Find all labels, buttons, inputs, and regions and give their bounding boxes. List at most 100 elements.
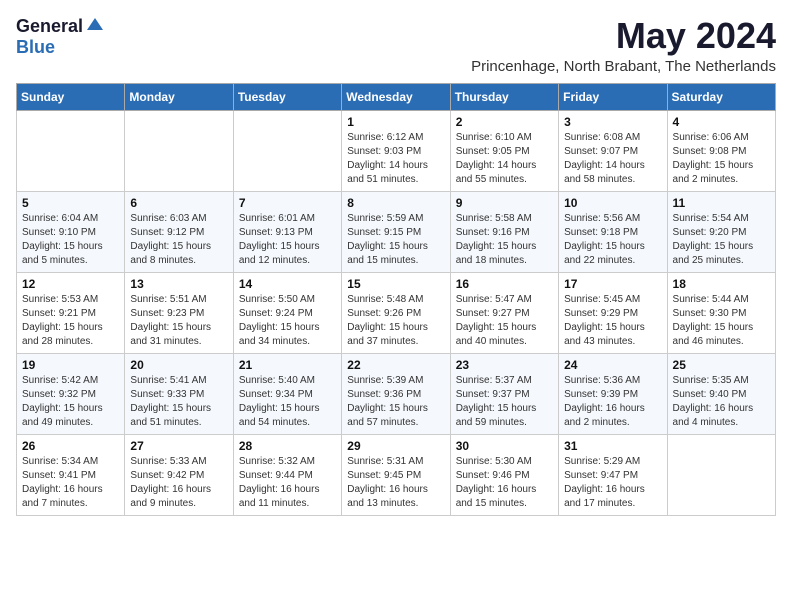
day-info: Sunrise: 5:31 AM Sunset: 9:45 PM Dayligh… xyxy=(347,455,444,511)
calendar-cell: 14Sunrise: 5:50 AM Sunset: 9:24 PM Dayli… xyxy=(233,272,341,353)
day-number: 13 xyxy=(130,277,227,291)
day-number: 30 xyxy=(456,439,553,453)
day-info: Sunrise: 5:36 AM Sunset: 9:39 PM Dayligh… xyxy=(564,374,661,430)
day-number: 7 xyxy=(239,196,336,210)
calendar-cell: 18 Sunrise: 5:44 AM Sunset: 9:30 PM Dayli… xyxy=(667,272,775,353)
day-info: Sunrise: 5:51 AM Sunset: 9:23 PM Dayligh… xyxy=(130,293,227,349)
day-number: 9 xyxy=(456,196,553,210)
day-info: Sunrise: 6:01 AM Sunset: 9:13 PM Dayligh… xyxy=(239,212,336,268)
day-info: Sunrise: 5:33 AM Sunset: 9:42 PM Dayligh… xyxy=(130,455,227,511)
calendar-cell: 30Sunrise: 5:30 AM Sunset: 9:46 PM Dayli… xyxy=(450,434,558,515)
day-info: Sunrise: 5:39 AM Sunset: 9:36 PM Dayligh… xyxy=(347,374,444,430)
day-info: Sunrise: 5:35 AM Sunset: 9:40 PM Dayligh… xyxy=(673,374,770,430)
calendar-week-row: 1 Sunrise: 6:12 AM Sunset: 9:03 PM Daylig… xyxy=(17,110,776,191)
calendar-cell: 10 Sunrise: 5:56 AM Sunset: 9:18 PM Dayli… xyxy=(559,191,667,272)
day-number: 28 xyxy=(239,439,336,453)
day-number: 23 xyxy=(456,358,553,372)
day-number: 8 xyxy=(347,196,444,210)
day-number: 11 xyxy=(673,196,770,210)
day-info: Sunrise: 5:47 AM Sunset: 9:27 PM Dayligh… xyxy=(456,293,553,349)
calendar-week-row: 26 Sunrise: 5:34 AM Sunset: 9:41 PM Dayli… xyxy=(17,434,776,515)
calendar-cell: 31Sunrise: 5:29 AM Sunset: 9:47 PM Dayli… xyxy=(559,434,667,515)
calendar-cell: 21Sunrise: 5:40 AM Sunset: 9:34 PM Dayli… xyxy=(233,353,341,434)
location-title: Princenhage, North Brabant, The Netherla… xyxy=(471,58,776,75)
day-number: 10 xyxy=(564,196,661,210)
calendar-cell xyxy=(17,110,125,191)
day-info: Sunrise: 5:53 AM Sunset: 9:21 PM Dayligh… xyxy=(22,293,119,349)
month-title: May 2024 xyxy=(471,16,776,56)
calendar-week-row: 19 Sunrise: 5:42 AM Sunset: 9:32 PM Dayli… xyxy=(17,353,776,434)
calendar-header-row: SundayMondayTuesdayWednesdayThursdayFrid… xyxy=(17,83,776,110)
calendar-cell: 4 Sunrise: 6:06 AM Sunset: 9:08 PM Daylig… xyxy=(667,110,775,191)
day-number: 1 xyxy=(347,115,444,129)
calendar-cell: 26 Sunrise: 5:34 AM Sunset: 9:41 PM Dayli… xyxy=(17,434,125,515)
day-info: Sunrise: 6:06 AM Sunset: 9:08 PM Dayligh… xyxy=(673,131,770,187)
day-number: 16 xyxy=(456,277,553,291)
calendar-cell: 22 Sunrise: 5:39 AM Sunset: 9:36 PM Dayli… xyxy=(342,353,450,434)
day-info: Sunrise: 6:04 AM Sunset: 9:10 PM Dayligh… xyxy=(22,212,119,268)
calendar-cell xyxy=(125,110,233,191)
calendar-cell: 12 Sunrise: 5:53 AM Sunset: 9:21 PM Dayli… xyxy=(17,272,125,353)
calendar-cell: 5Sunrise: 6:04 AM Sunset: 9:10 PM Daylig… xyxy=(17,191,125,272)
calendar-cell xyxy=(233,110,341,191)
calendar-cell: 9 Sunrise: 5:58 AM Sunset: 9:16 PM Daylig… xyxy=(450,191,558,272)
calendar-table: SundayMondayTuesdayWednesdayThursdayFrid… xyxy=(16,83,776,516)
day-number: 15 xyxy=(347,277,444,291)
day-info: Sunrise: 5:34 AM Sunset: 9:41 PM Dayligh… xyxy=(22,455,119,511)
calendar-cell: 16 Sunrise: 5:47 AM Sunset: 9:27 PM Dayli… xyxy=(450,272,558,353)
day-number: 19 xyxy=(22,358,119,372)
title-section: May 2024 Princenhage, North Brabant, The… xyxy=(471,16,776,75)
day-number: 22 xyxy=(347,358,444,372)
day-number: 4 xyxy=(673,115,770,129)
calendar-cell: 1 Sunrise: 6:12 AM Sunset: 9:03 PM Daylig… xyxy=(342,110,450,191)
day-info: Sunrise: 5:40 AM Sunset: 9:34 PM Dayligh… xyxy=(239,374,336,430)
day-info: Sunrise: 5:48 AM Sunset: 9:26 PM Dayligh… xyxy=(347,293,444,349)
day-info: Sunrise: 5:45 AM Sunset: 9:29 PM Dayligh… xyxy=(564,293,661,349)
header-thursday: Thursday xyxy=(450,83,558,110)
day-info: Sunrise: 5:37 AM Sunset: 9:37 PM Dayligh… xyxy=(456,374,553,430)
day-number: 31 xyxy=(564,439,661,453)
logo-general: General xyxy=(16,16,83,37)
day-number: 6 xyxy=(130,196,227,210)
day-number: 26 xyxy=(22,439,119,453)
day-info: Sunrise: 6:03 AM Sunset: 9:12 PM Dayligh… xyxy=(130,212,227,268)
header-sunday: Sunday xyxy=(17,83,125,110)
page-header: General Blue May 2024 Princenhage, North… xyxy=(16,16,776,75)
day-number: 24 xyxy=(564,358,661,372)
calendar-cell: 29Sunrise: 5:31 AM Sunset: 9:45 PM Dayli… xyxy=(342,434,450,515)
day-info: Sunrise: 6:12 AM Sunset: 9:03 PM Dayligh… xyxy=(347,131,444,187)
header-tuesday: Tuesday xyxy=(233,83,341,110)
day-info: Sunrise: 5:54 AM Sunset: 9:20 PM Dayligh… xyxy=(673,212,770,268)
day-number: 18 xyxy=(673,277,770,291)
header-wednesday: Wednesday xyxy=(342,83,450,110)
day-number: 27 xyxy=(130,439,227,453)
day-info: Sunrise: 5:44 AM Sunset: 9:30 PM Dayligh… xyxy=(673,293,770,349)
calendar-cell: 20Sunrise: 5:41 AM Sunset: 9:33 PM Dayli… xyxy=(125,353,233,434)
calendar-week-row: 12 Sunrise: 5:53 AM Sunset: 9:21 PM Dayli… xyxy=(17,272,776,353)
calendar-cell: 19 Sunrise: 5:42 AM Sunset: 9:32 PM Dayli… xyxy=(17,353,125,434)
calendar-cell: 6 Sunrise: 6:03 AM Sunset: 9:12 PM Daylig… xyxy=(125,191,233,272)
day-number: 25 xyxy=(673,358,770,372)
day-info: Sunrise: 5:42 AM Sunset: 9:32 PM Dayligh… xyxy=(22,374,119,430)
day-number: 12 xyxy=(22,277,119,291)
day-info: Sunrise: 5:56 AM Sunset: 9:18 PM Dayligh… xyxy=(564,212,661,268)
calendar-cell: 25 Sunrise: 5:35 AM Sunset: 9:40 PM Dayli… xyxy=(667,353,775,434)
calendar-cell: 8Sunrise: 5:59 AM Sunset: 9:15 PM Daylig… xyxy=(342,191,450,272)
calendar-cell: 3 Sunrise: 6:08 AM Sunset: 9:07 PM Daylig… xyxy=(559,110,667,191)
calendar-cell: 2 Sunrise: 6:10 AM Sunset: 9:05 PM Daylig… xyxy=(450,110,558,191)
calendar-cell: 28Sunrise: 5:32 AM Sunset: 9:44 PM Dayli… xyxy=(233,434,341,515)
day-info: Sunrise: 5:58 AM Sunset: 9:16 PM Dayligh… xyxy=(456,212,553,268)
calendar-cell xyxy=(667,434,775,515)
header-friday: Friday xyxy=(559,83,667,110)
day-info: Sunrise: 6:08 AM Sunset: 9:07 PM Dayligh… xyxy=(564,131,661,187)
calendar-cell: 11 Sunrise: 5:54 AM Sunset: 9:20 PM Dayli… xyxy=(667,191,775,272)
day-number: 17 xyxy=(564,277,661,291)
day-info: Sunrise: 5:41 AM Sunset: 9:33 PM Dayligh… xyxy=(130,374,227,430)
day-info: Sunrise: 6:10 AM Sunset: 9:05 PM Dayligh… xyxy=(456,131,553,187)
day-number: 3 xyxy=(564,115,661,129)
logo-blue: Blue xyxy=(16,37,55,57)
calendar-cell: 15 Sunrise: 5:48 AM Sunset: 9:26 PM Dayli… xyxy=(342,272,450,353)
day-number: 2 xyxy=(456,115,553,129)
header-saturday: Saturday xyxy=(667,83,775,110)
calendar-cell: 13 Sunrise: 5:51 AM Sunset: 9:23 PM Dayli… xyxy=(125,272,233,353)
